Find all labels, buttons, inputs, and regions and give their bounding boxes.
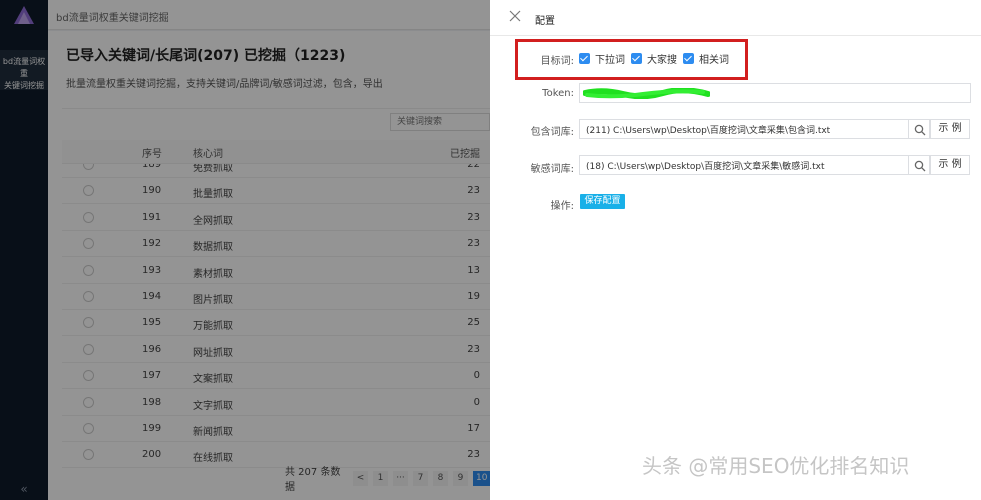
checkbox-related-words[interactable]: 相关词 (683, 51, 729, 66)
close-icon[interactable] (509, 10, 521, 22)
checkbox-checked-icon (631, 53, 642, 64)
checkbox-everyone-searches[interactable]: 大家搜 (631, 51, 677, 66)
checkbox-dropdown-words[interactable]: 下拉词 (579, 51, 625, 66)
checkbox-label: 大家搜 (647, 55, 677, 66)
redaction-scribble (583, 88, 710, 99)
sensitive-example-button[interactable]: 示 例 (930, 155, 970, 175)
sensitive-library-label: 敏感词库: (530, 164, 574, 175)
background-app: bd流量词权重 关键词挖掘 « bd流量词权重关键词挖掘 已导入关键词/长尾词(… (0, 0, 490, 500)
sensitive-library-input[interactable]: (18) C:\Users\wp\Desktop\百度挖词\文章采集\敏感词.t… (579, 155, 909, 175)
panel-header: 配置 (490, 0, 981, 36)
token-label: Token: (542, 88, 574, 99)
watermark: 头条 @常用SEO优化排名知识 (642, 454, 910, 478)
include-library-label: 包含词库: (530, 127, 574, 138)
checkbox-label: 下拉词 (595, 55, 625, 66)
save-config-button[interactable]: 保存配置 (580, 194, 625, 209)
checkbox-checked-icon (683, 53, 694, 64)
checkbox-label: 相关词 (699, 55, 729, 66)
modal-overlay[interactable] (0, 0, 490, 500)
include-search-button[interactable] (908, 119, 930, 139)
target-words-label: 目标词: (540, 56, 574, 67)
panel-title: 配置 (535, 16, 555, 27)
sensitive-search-button[interactable] (908, 155, 930, 175)
include-example-button[interactable]: 示 例 (930, 119, 970, 139)
include-library-input[interactable]: (211) C:\Users\wp\Desktop\百度挖词\文章采集\包含词.… (579, 119, 909, 139)
action-label: 操作: (550, 201, 574, 212)
checkbox-checked-icon (579, 53, 590, 64)
search-icon (914, 160, 926, 172)
search-icon (914, 124, 926, 136)
